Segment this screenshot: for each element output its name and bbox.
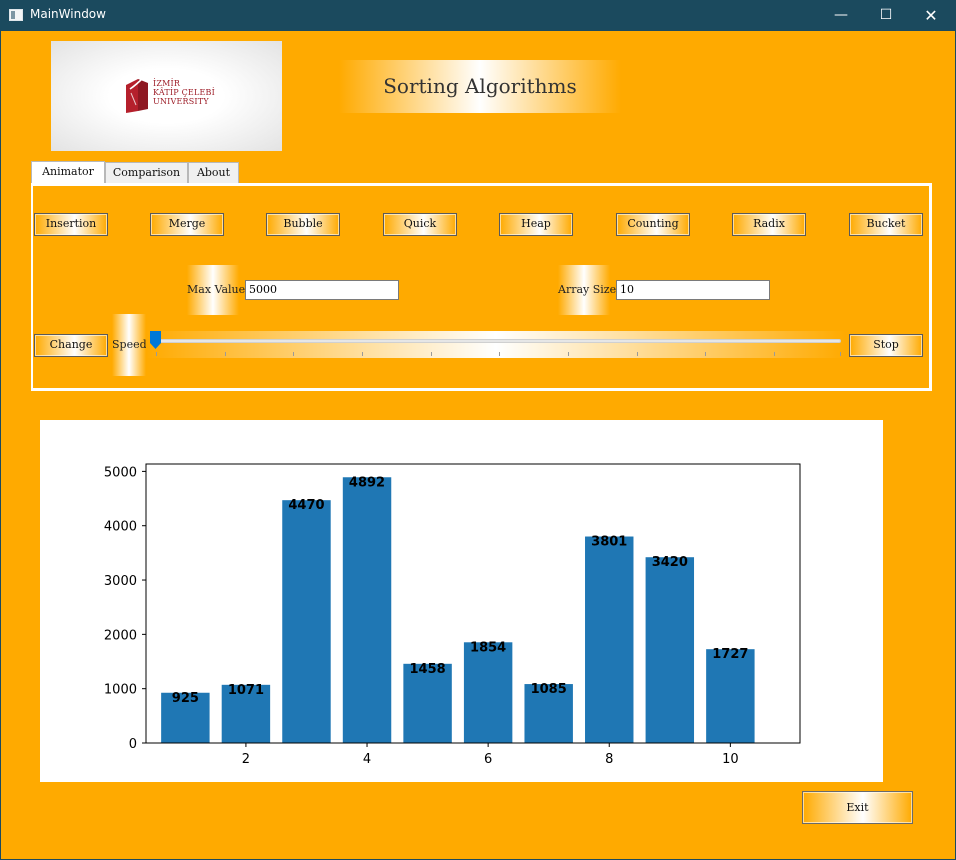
- x-tick-label: 8: [605, 752, 613, 767]
- array-size-label: Array Size: [558, 265, 616, 315]
- bar: [645, 557, 695, 743]
- bar: [706, 649, 755, 743]
- y-tick-label: 5000: [104, 465, 137, 480]
- max-value-label: Max Value: [187, 265, 245, 315]
- x-tick-label: 10: [722, 752, 739, 767]
- logo-line: UNIVERSITY: [153, 97, 209, 106]
- bubble-sort-button[interactable]: Bubble: [266, 213, 340, 236]
- slider-tick: [568, 352, 569, 356]
- logo-line: İZMİR: [153, 79, 181, 88]
- y-tick-label: 2000: [104, 628, 137, 643]
- radix-sort-button[interactable]: Radix: [732, 213, 806, 236]
- slider-tick: [705, 352, 706, 356]
- app-window-icon: [9, 9, 23, 21]
- y-tick-label: 1000: [104, 683, 137, 698]
- book-quill-logo-icon: [126, 76, 148, 113]
- bar: [282, 500, 331, 743]
- page-title: Sorting Algorithms: [339, 60, 621, 113]
- slider-tick: [840, 352, 841, 356]
- slider-tick: [156, 352, 157, 356]
- slider-tick: [293, 352, 294, 356]
- insertion-sort-button[interactable]: Insertion: [34, 213, 108, 236]
- slider-tick: [499, 352, 500, 356]
- tab-comparison[interactable]: Comparison: [105, 162, 188, 184]
- speed-slider-track[interactable]: [156, 339, 841, 343]
- slider-tick: [774, 352, 775, 356]
- bar: [342, 477, 392, 743]
- data-label: 1458: [409, 662, 445, 677]
- counting-sort-button[interactable]: Counting: [616, 213, 690, 236]
- data-label: 3801: [591, 535, 627, 550]
- slider-tick: [637, 352, 638, 356]
- data-label: 1727: [712, 647, 748, 662]
- y-tick-label: 0: [129, 737, 137, 752]
- merge-sort-button[interactable]: Merge: [150, 213, 224, 236]
- slider-tick: [225, 352, 226, 356]
- data-label: 4470: [288, 498, 324, 513]
- logo-text: İZMİR KÂTİP ÇELEBİ UNIVERSITY: [153, 79, 215, 106]
- heap-sort-button[interactable]: Heap: [499, 213, 573, 236]
- data-label: 1085: [531, 682, 567, 697]
- x-tick-label: 2: [242, 752, 250, 767]
- speed-slider[interactable]: [146, 331, 846, 358]
- window-title: MainWindow: [30, 7, 106, 21]
- exit-button[interactable]: Exit: [802, 791, 913, 824]
- maximize-button[interactable]: ☐: [863, 0, 909, 31]
- x-tick-label: 4: [363, 752, 371, 767]
- data-label: 4892: [349, 475, 385, 490]
- logo-line: KÂTİP ÇELEBİ: [153, 88, 215, 97]
- bucket-sort-button[interactable]: Bucket: [849, 213, 923, 236]
- max-value-input[interactable]: 5000: [245, 280, 399, 300]
- y-tick-label: 3000: [104, 574, 137, 589]
- data-label: 925: [172, 691, 199, 706]
- y-tick-label: 4000: [104, 520, 137, 535]
- data-label: 1071: [228, 683, 264, 698]
- stop-button[interactable]: Stop: [849, 334, 923, 357]
- university-logo: İZMİR KÂTİP ÇELEBİ UNIVERSITY: [51, 41, 282, 151]
- bar: [585, 536, 634, 743]
- main-window-client: İZMİR KÂTİP ÇELEBİ UNIVERSITY Sorting Al…: [1, 31, 955, 859]
- bar-chart-panel: 925 1071 4470 4892 1458 1854 1085 3801 3420 1727 0…: [40, 420, 883, 782]
- minimize-button[interactable]: —: [818, 0, 864, 31]
- slider-tick: [362, 352, 363, 356]
- quick-sort-button[interactable]: Quick: [383, 213, 457, 236]
- tab-about[interactable]: About: [188, 162, 239, 184]
- bar-chart: 925 1071 4470 4892 1458 1854 1085 3801 3420 1727 0…: [104, 463, 801, 767]
- close-button[interactable]: ✕: [908, 0, 954, 31]
- change-button[interactable]: Change: [34, 334, 108, 357]
- array-size-input[interactable]: 10: [616, 280, 770, 300]
- title-bar: MainWindow — ☐ ✕: [0, 0, 956, 31]
- bar: [463, 642, 513, 743]
- tab-animator[interactable]: Animator: [31, 161, 105, 184]
- speed-slider-handle[interactable]: [150, 331, 161, 349]
- data-label: 1854: [470, 640, 506, 655]
- slider-tick: [431, 352, 432, 356]
- speed-label: Speed: [112, 314, 147, 376]
- data-label: 3420: [652, 555, 688, 570]
- x-tick-label: 6: [484, 752, 492, 767]
